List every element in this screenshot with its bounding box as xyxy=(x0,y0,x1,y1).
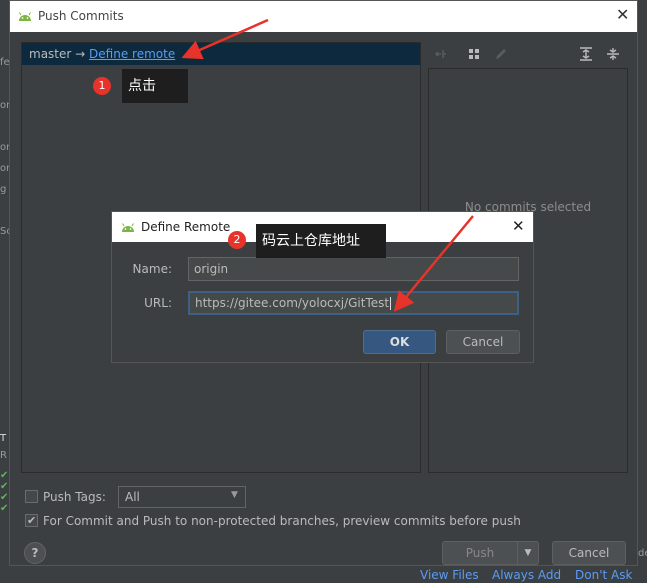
background-bottom-bar: View Files Always Add Don't Ask Ag xyxy=(0,563,647,583)
push-tags-value: All xyxy=(125,490,140,504)
branch-label: master → Define remote xyxy=(29,47,175,61)
close-icon[interactable]: ✕ xyxy=(512,218,525,234)
collapse-all-icon[interactable] xyxy=(606,47,620,61)
remote-name-field[interactable]: origin xyxy=(188,257,519,281)
annotation-badge-2: 2 xyxy=(228,231,246,249)
chevron-down-icon: ▼ xyxy=(524,548,532,558)
dont-ask-again-link[interactable]: Don't Ask Ag xyxy=(575,568,647,583)
preview-commits-label: For Commit and Push to non-protected bra… xyxy=(43,514,521,528)
push-tags-checkbox[interactable] xyxy=(25,490,38,503)
push-tags-label: Push Tags: xyxy=(43,490,106,504)
android-icon xyxy=(122,223,134,232)
arrow-icon: → xyxy=(75,47,86,61)
background-text: T xyxy=(0,433,7,444)
view-files-link[interactable]: View Files xyxy=(420,568,479,582)
always-add-link[interactable]: Always Add xyxy=(492,568,561,582)
branch-row[interactable]: master → Define remote xyxy=(22,43,420,65)
check-icon: ✔ xyxy=(27,514,37,527)
push-options-dropdown[interactable]: ▼ xyxy=(517,541,539,565)
expand-all-icon[interactable] xyxy=(579,47,593,61)
android-icon xyxy=(19,12,31,21)
close-icon[interactable]: ✕ xyxy=(616,6,629,24)
background-check-icon: ✔ ✔ ✔ ✔ xyxy=(0,470,9,514)
remote-url-value: https://gitee.com/yolocxj/GitTest xyxy=(195,296,390,310)
ok-button[interactable]: OK xyxy=(363,330,436,354)
dialog-titlebar[interactable]: Push Commits ✕ xyxy=(10,1,637,32)
push-button[interactable]: Push xyxy=(442,541,518,565)
group-by-icon[interactable] xyxy=(468,47,482,61)
annotation-callout-1: 点击 xyxy=(122,69,188,103)
chevron-down-icon: ▼ xyxy=(231,490,238,500)
background-right-strip xyxy=(638,0,647,583)
text-caret xyxy=(390,297,392,310)
define-remote-link[interactable]: Define remote xyxy=(89,47,175,61)
push-tags-select[interactable]: All ▼ xyxy=(118,486,246,508)
define-remote-title: Define Remote xyxy=(141,220,231,234)
remote-name-value: origin xyxy=(194,262,229,276)
remote-url-field[interactable]: https://gitee.com/yolocxj/GitTest xyxy=(188,291,519,315)
collapse-arrows-icon[interactable] xyxy=(434,47,448,61)
preview-commits-checkbox[interactable]: ✔ xyxy=(25,514,38,527)
edit-icon[interactable] xyxy=(494,47,508,61)
annotation-callout-2: 码云上仓库地址 xyxy=(256,224,386,258)
cancel-button[interactable]: Cancel xyxy=(552,541,626,565)
branch-name: master xyxy=(29,47,72,61)
background-text: g xyxy=(0,184,7,195)
name-label: Name: xyxy=(132,262,172,276)
define-remote-cancel-button[interactable]: Cancel xyxy=(446,330,520,354)
background-text: de xyxy=(638,548,647,559)
annotation-badge-1: 1 xyxy=(93,77,111,95)
dialog-title: Push Commits xyxy=(38,9,124,23)
background-text: R xyxy=(0,450,7,461)
help-button[interactable]: ? xyxy=(24,542,46,564)
url-label: URL: xyxy=(144,296,172,310)
